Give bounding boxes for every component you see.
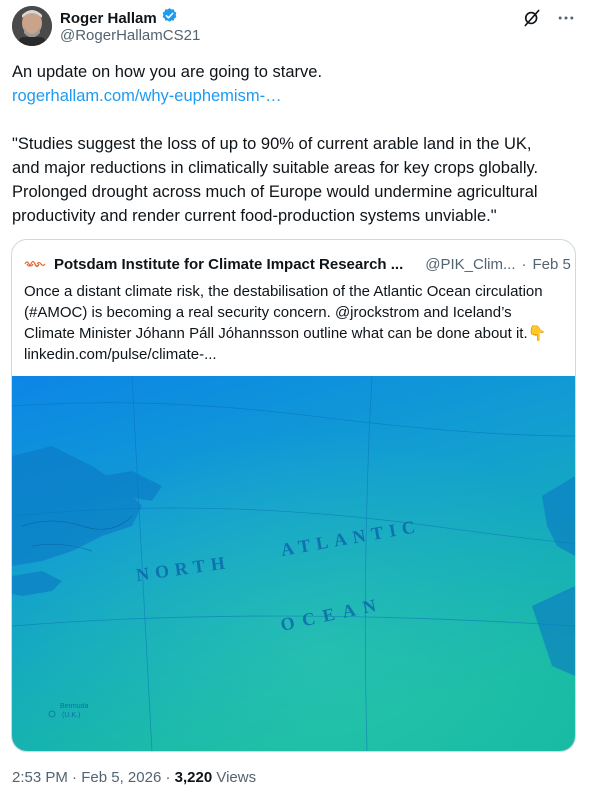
- author-handle[interactable]: @RogerHallamCS21: [60, 27, 200, 44]
- map-label-bermuda-sub: (U.K.): [62, 712, 80, 719]
- pointing-down-emoji: 👇: [527, 325, 547, 342]
- quoted-link[interactable]: linkedin.com/pulse/climate-...: [24, 344, 569, 365]
- quoted-line: (#AMOC) is becoming a real security conc…: [24, 304, 512, 321]
- tweet-quote-line: Prolonged drought across much of Europe …: [12, 183, 538, 201]
- views-label: Views: [216, 769, 257, 786]
- quoted-date[interactable]: Feb 5: [533, 256, 571, 273]
- views-count: 3,220: [174, 769, 213, 786]
- tweet-link[interactable]: rogerhallam.com/why-euphemism-…: [12, 87, 282, 105]
- tweet-text: An update on how you are going to starve…: [12, 60, 572, 228]
- quoted-author-name[interactable]: Potsdam Institute for Climate Impact Res…: [54, 256, 403, 273]
- quoted-author-handle[interactable]: @PIK_Clim...: [425, 256, 515, 273]
- quoted-line: Once a distant climate risk, the destabi…: [24, 283, 543, 300]
- meta-separator: ·: [72, 769, 78, 786]
- tweet-quote-line: and major reductions in climatically sui…: [12, 159, 539, 177]
- more-icon[interactable]: [556, 8, 576, 33]
- avatar[interactable]: [12, 6, 52, 46]
- verified-badge-icon: [161, 7, 178, 29]
- avatar-image: [12, 6, 52, 46]
- tweet-date[interactable]: Feb 5, 2026: [81, 769, 161, 786]
- quoted-line: Climate Minister Jóhann Páll Jóhannsson …: [24, 325, 528, 342]
- quoted-tweet-header: Potsdam Institute for Climate Impact Res…: [24, 254, 571, 274]
- quoted-tweet-text: Once a distant climate risk, the destabi…: [24, 281, 569, 365]
- pik-logo-icon: [24, 256, 46, 272]
- tweet-actions: [522, 8, 576, 33]
- tweet-line: An update on how you are going to starve…: [12, 63, 323, 81]
- tweet-header: Roger Hallam @RogerHallamCS21: [12, 6, 578, 48]
- tweet-quote-line: "Studies suggest the loss of up to 90% o…: [12, 135, 532, 153]
- quoted-media-image[interactable]: NORTH ATLANTIC OCEAN Bermuda (U.K.): [12, 375, 575, 751]
- quoted-separator: ·: [521, 255, 527, 273]
- map-label-bermuda: Bermuda: [60, 703, 89, 710]
- meta-separator: ·: [165, 769, 171, 786]
- grok-icon[interactable]: [522, 8, 542, 33]
- tweet-time[interactable]: 2:53 PM: [12, 769, 68, 786]
- author-name[interactable]: Roger Hallam: [60, 10, 157, 27]
- tweet-meta: 2:53 PM · Feb 5, 2026 · 3,220 Views: [12, 769, 256, 786]
- quoted-tweet-card[interactable]: Potsdam Institute for Climate Impact Res…: [11, 239, 576, 752]
- tweet-quote-line: productivity and render current food-pro…: [12, 207, 497, 225]
- atlantic-map-image: NORTH ATLANTIC OCEAN Bermuda (U.K.): [12, 375, 575, 751]
- author-name-row[interactable]: Roger Hallam: [60, 7, 178, 29]
